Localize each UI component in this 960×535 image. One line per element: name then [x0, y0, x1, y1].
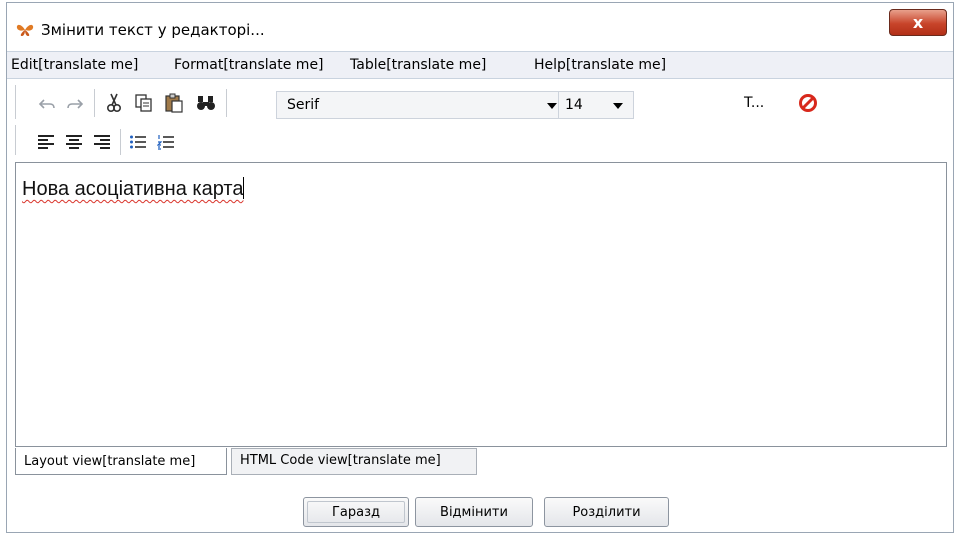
toolbar: Serif 14 T... — [12, 81, 948, 159]
close-icon: x — [912, 13, 924, 32]
copy-icon[interactable] — [132, 91, 156, 115]
align-center-icon[interactable] — [62, 131, 86, 153]
cut-icon[interactable] — [102, 91, 126, 115]
numbered-list-icon[interactable] — [154, 131, 178, 153]
editor-area[interactable]: Нова асоціативна карта — [15, 162, 947, 447]
text-caret — [243, 177, 245, 199]
tab-html-code-view[interactable]: HTML Code view[translate me] — [231, 448, 477, 475]
toolbar-separator — [120, 129, 121, 155]
chevron-down-icon — [613, 103, 623, 109]
menu-edit[interactable]: Edit[translate me] — [11, 57, 138, 73]
redo-icon[interactable] — [64, 93, 86, 115]
menu-format[interactable]: Format[translate me] — [174, 57, 324, 73]
font-size-value: 14 — [565, 97, 583, 113]
toolbar-grip — [15, 85, 16, 119]
menu-bar: Edit[translate me] Format[translate me] … — [7, 51, 953, 79]
no-symbol-icon[interactable] — [796, 91, 820, 115]
view-tabs: Layout view[translate me] HTML Code view… — [15, 448, 945, 476]
toolbar-separator — [226, 89, 227, 117]
align-right-icon[interactable] — [90, 131, 114, 153]
font-size-select[interactable]: 14 — [558, 91, 634, 119]
chevron-down-icon — [547, 103, 557, 109]
align-left-icon[interactable] — [34, 131, 58, 153]
toolbar-grip — [15, 125, 16, 155]
window-title: Змінити текст у редакторі... — [41, 21, 265, 39]
font-family-value: Serif — [287, 97, 320, 113]
close-button[interactable]: x — [889, 9, 947, 36]
ok-button[interactable]: Гаразд — [303, 497, 409, 527]
ok-button-label: Гаразд — [331, 504, 380, 520]
butterfly-icon — [16, 24, 34, 36]
paste-icon[interactable] — [162, 91, 186, 115]
title-bar: Змінити текст у редакторі... x — [7, 3, 953, 48]
editor-content[interactable]: Нова асоціативна карта — [22, 177, 245, 201]
cancel-button[interactable]: Відмінити — [415, 497, 533, 527]
find-icon[interactable] — [194, 91, 218, 115]
split-button[interactable]: Розділити — [544, 497, 669, 527]
toolbar-separator — [94, 89, 95, 117]
undo-icon[interactable] — [36, 93, 58, 115]
editor-dialog: Змінити текст у редакторі... x Edit[tran… — [6, 2, 954, 533]
text-style-button[interactable]: T... — [744, 95, 764, 111]
menu-table[interactable]: Table[translate me] — [350, 57, 486, 73]
split-button-label: Розділити — [572, 504, 641, 520]
font-family-select[interactable]: Serif — [276, 91, 566, 119]
editor-text: Нова асоціативна карта — [22, 178, 244, 200]
tab-layout-view[interactable]: Layout view[translate me] — [15, 448, 227, 475]
bullet-list-icon[interactable] — [126, 131, 150, 153]
menu-help[interactable]: Help[translate me] — [534, 57, 666, 73]
cancel-button-label: Відмінити — [440, 504, 508, 520]
